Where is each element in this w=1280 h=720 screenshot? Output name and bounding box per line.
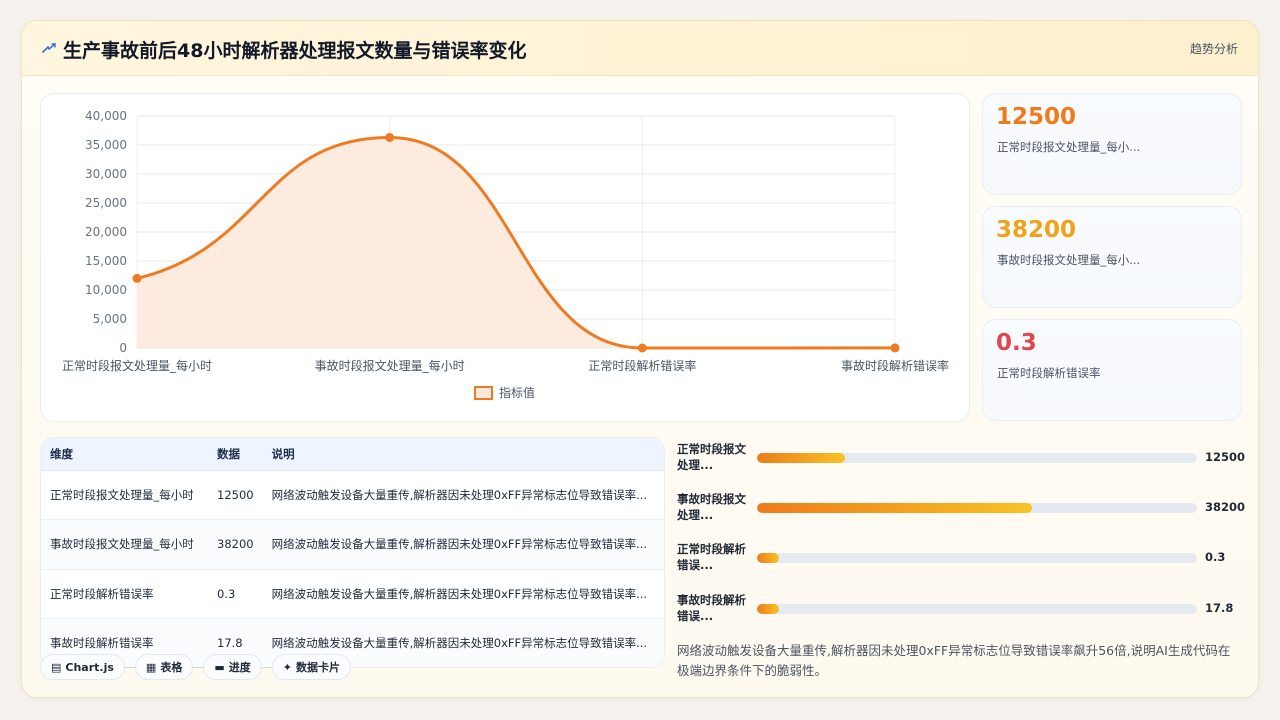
progress-label: 正常时段解析错误... bbox=[677, 542, 746, 572]
progress-label: 事故时段报文处理... bbox=[677, 492, 746, 522]
data-point bbox=[890, 343, 900, 353]
line-chart: 40,000 35,000 30,000 25,000 20,000 15,000 10,0… bbox=[62, 109, 949, 400]
y-tick-label: 30,000 bbox=[85, 167, 127, 181]
chip-label: 表格 bbox=[160, 661, 183, 674]
x-tick-label: 正常时段报文处理量_每小时 bbox=[62, 358, 212, 373]
cell-dimension: 正常时段解析错误率 bbox=[41, 569, 208, 619]
progress-value: 0.3 bbox=[1205, 550, 1226, 564]
dashboard-panel: 生产事故前后48小时解析器处理报文数量与错误率变化 趋势分析 40,000 35,… bbox=[21, 20, 1259, 698]
data-table: 维度 数据 说明 正常时段报文处理量_每小时 12500 网络波动触发设备大量重… bbox=[41, 438, 664, 667]
kpi-label: 事故时段报文处理量_每小... bbox=[997, 253, 1141, 267]
kpi-value: 12500 bbox=[996, 104, 1077, 130]
page-title: 生产事故前后48小时解析器处理报文数量与错误率变化 bbox=[63, 40, 527, 62]
y-tick-label: 35,000 bbox=[85, 138, 127, 152]
cell-dimension: 正常时段报文处理量_每小时 bbox=[41, 470, 208, 520]
chip-divider bbox=[124, 666, 135, 668]
progress-label: 事故时段解析错误... bbox=[677, 593, 746, 623]
data-point bbox=[132, 273, 142, 283]
data-point bbox=[637, 343, 647, 353]
chip-progress[interactable]: ▬ 进度 bbox=[203, 654, 262, 680]
progress-row: 事故时段报文处理... 38200 bbox=[677, 491, 1245, 531]
progress-fill bbox=[757, 553, 779, 563]
y-tick-label: 20,000 bbox=[85, 225, 127, 239]
kpi-card-normal-error-rate: 0.3 正常时段解析错误率 bbox=[982, 319, 1242, 421]
chart-card: 40,000 35,000 30,000 25,000 20,000 15,000 10,0… bbox=[40, 93, 970, 422]
chip-data-cards[interactable]: ✦ 数据卡片 bbox=[271, 654, 351, 680]
progress-value: 17.8 bbox=[1205, 601, 1234, 615]
table-icon: ▦ bbox=[145, 660, 157, 674]
insight-text: 网络波动触发设备大量重传,解析器因未处理0xFF异常标志位导致错误率飙升56倍,… bbox=[677, 643, 1231, 678]
cell-description: 网络波动触发设备大量重传,解析器因未处理0xFF异常标志位导致错误率... bbox=[262, 569, 664, 619]
kpi-card-incident-throughput: 38200 事故时段报文处理量_每小... bbox=[982, 206, 1242, 308]
progress-label: 正常时段报文处理... bbox=[677, 442, 746, 472]
cell-dimension: 事故时段报文处理量_每小时 bbox=[41, 519, 208, 570]
header-bar: 生产事故前后48小时解析器处理报文数量与错误率变化 趋势分析 bbox=[22, 21, 1258, 76]
kpi-value: 0.3 bbox=[996, 330, 1037, 356]
progress-icon: ▬ bbox=[214, 660, 225, 674]
data-point bbox=[385, 132, 395, 142]
x-tick-label: 事故时段解析错误率 bbox=[841, 358, 949, 373]
cell-value: 38200 bbox=[208, 519, 263, 570]
x-tick-label: 事故时段报文处理量_每小时 bbox=[315, 358, 465, 373]
kpi-value: 38200 bbox=[996, 217, 1077, 243]
progress-track bbox=[757, 503, 1197, 513]
chip-table[interactable]: ▦ 表格 bbox=[134, 654, 194, 680]
table-row: 正常时段报文处理量_每小时 12500 网络波动触发设备大量重传,解析器因未处理… bbox=[41, 470, 664, 520]
analysis-tag[interactable]: 趋势分析 bbox=[1190, 40, 1238, 57]
legend-label: 指标值 bbox=[499, 385, 535, 400]
y-tick-label: 5,000 bbox=[93, 312, 127, 326]
cell-value: 12500 bbox=[208, 470, 263, 520]
chip-label: 数据卡片 bbox=[295, 661, 340, 674]
x-tick-label: 正常时段解析错误率 bbox=[588, 358, 696, 373]
y-tick-label: 0 bbox=[119, 341, 127, 355]
column-header-value[interactable]: 数据 bbox=[208, 438, 263, 471]
progress-fill bbox=[757, 503, 1032, 513]
progress-value: 12500 bbox=[1205, 450, 1246, 464]
table-row: 事故时段报文处理量_每小时 38200 网络波动触发设备大量重传,解析器因未处理… bbox=[41, 519, 664, 570]
y-tick-label: 10,000 bbox=[85, 283, 127, 297]
chip-chartjs[interactable]: ▤ Chart.js bbox=[40, 654, 125, 680]
column-header-dimension[interactable]: 维度 bbox=[41, 438, 208, 471]
tech-chips: ▤ Chart.js ▦ 表格 ▬ 进度 ✦ 数据卡片 bbox=[40, 654, 351, 680]
sparkle-icon: ✦ bbox=[282, 660, 292, 674]
y-tick-label: 25,000 bbox=[85, 196, 127, 210]
kpi-label: 正常时段解析错误率 bbox=[997, 366, 1101, 380]
kpi-label: 正常时段报文处理量_每小... bbox=[997, 140, 1141, 154]
progress-row: 事故时段解析错误... 17.8 bbox=[677, 592, 1237, 632]
progress-row: 正常时段解析错误... 0.3 bbox=[677, 541, 1237, 581]
chip-label: 进度 bbox=[228, 661, 251, 674]
legend-swatch bbox=[474, 386, 493, 400]
cell-value: 0.3 bbox=[208, 569, 263, 619]
progress-fill bbox=[757, 604, 779, 614]
chip-divider bbox=[261, 666, 272, 668]
chip-label: Chart.js bbox=[65, 660, 114, 674]
data-table-card: 维度 数据 说明 正常时段报文处理量_每小时 12500 网络波动触发设备大量重… bbox=[40, 437, 665, 668]
chip-divider bbox=[193, 666, 204, 668]
chart-icon: ▤ bbox=[51, 660, 62, 674]
progress-value: 38200 bbox=[1205, 500, 1246, 514]
y-tick-label: 15,000 bbox=[85, 254, 127, 268]
cell-description: 网络波动触发设备大量重传,解析器因未处理0xFF异常标志位导致错误率... bbox=[262, 470, 664, 520]
bolt-icon bbox=[42, 43, 56, 53]
column-header-description[interactable]: 说明 bbox=[262, 438, 664, 471]
table-row: 正常时段解析错误率 0.3 网络波动触发设备大量重传,解析器因未处理0xFF异常… bbox=[41, 569, 664, 619]
table-header-row: 维度 数据 说明 bbox=[41, 438, 664, 471]
progress-row: 正常时段报文处理... 12500 bbox=[677, 441, 1245, 481]
progress-track bbox=[757, 604, 1197, 614]
progress-track bbox=[757, 553, 1197, 563]
progress-track bbox=[757, 453, 1197, 463]
cell-description: 网络波动触发设备大量重传,解析器因未处理0xFF异常标志位导致错误率... bbox=[262, 519, 664, 570]
progress-fill bbox=[757, 453, 845, 463]
kpi-card-normal-throughput: 12500 正常时段报文处理量_每小... bbox=[982, 93, 1242, 195]
y-tick-label: 40,000 bbox=[85, 109, 127, 123]
